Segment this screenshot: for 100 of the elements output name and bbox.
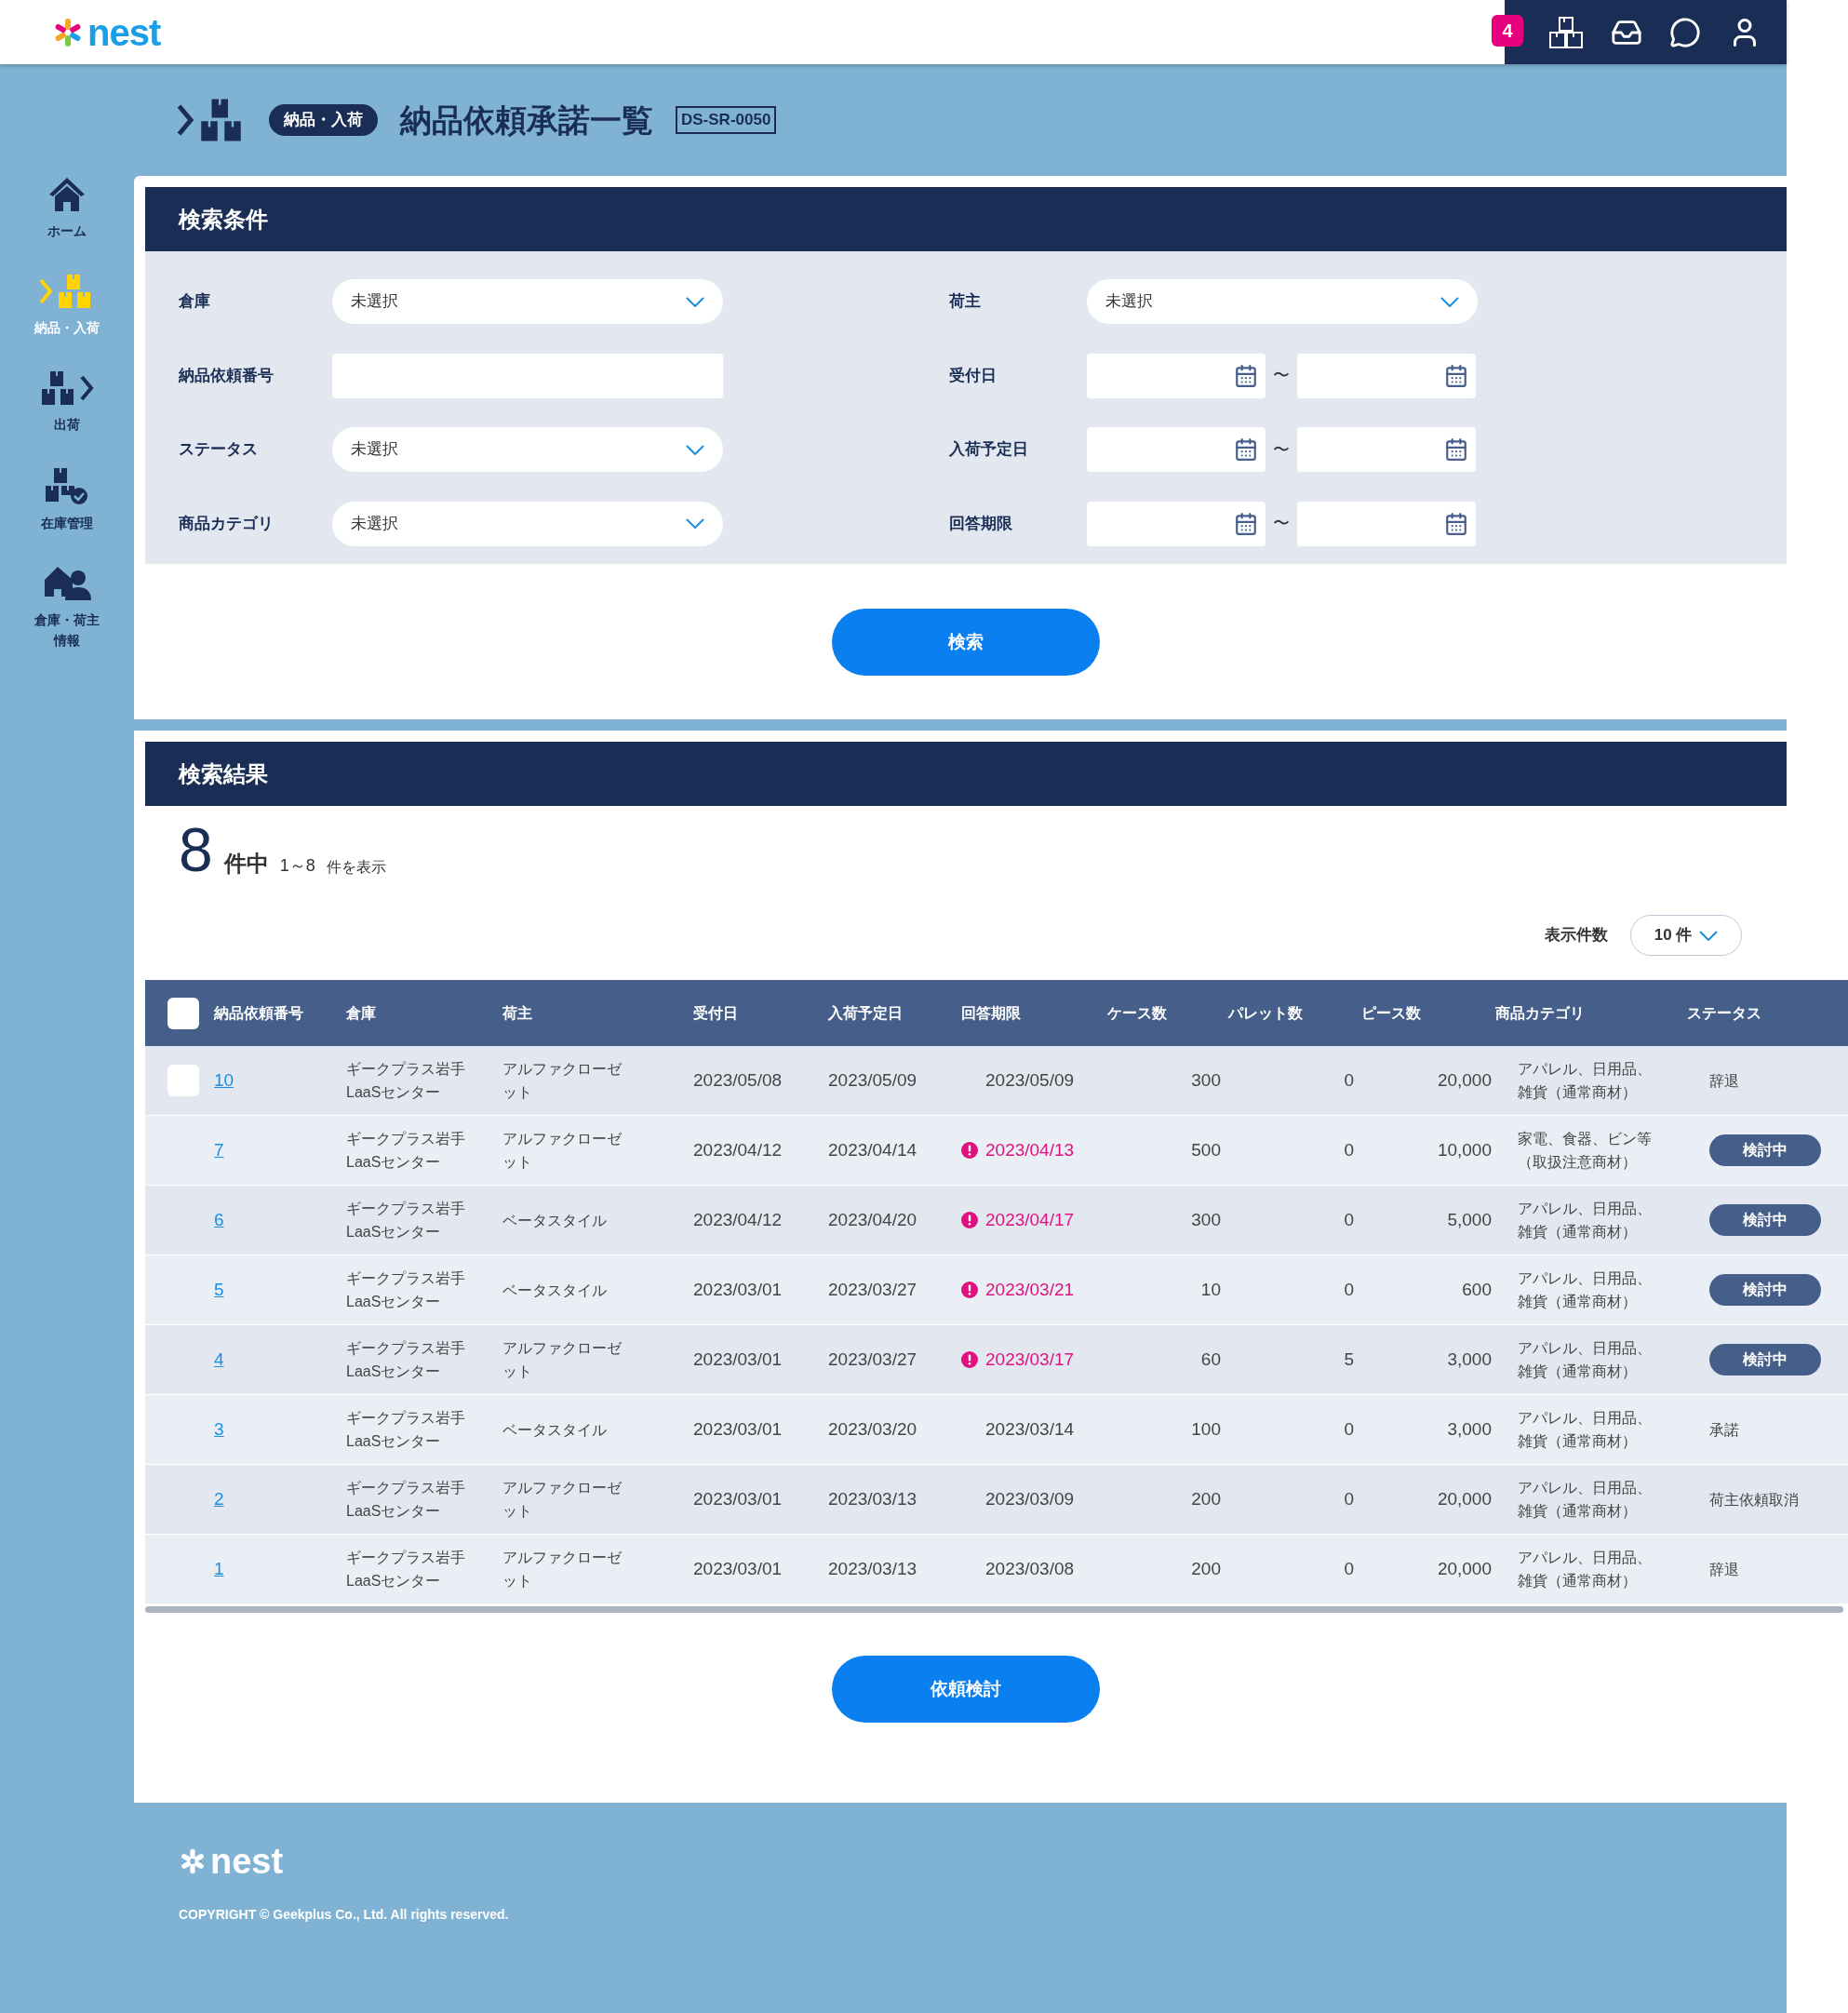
table-row[interactable]: 2 ギークプラス岩手LaaSセンター アルファクローゼット 2023/03/01 2023/03/13 2023/03/09 200 0 20,000 アパレル、日用品、雑貨（通常商材） 荷主依頼取消: [145, 1465, 1848, 1535]
calendar-icon: [1444, 437, 1468, 462]
chat-icon[interactable]: [1669, 16, 1702, 48]
count-suffix: 件を表示: [326, 858, 386, 877]
table-cell-text: 2023/05/09: [985, 1068, 1075, 1092]
boxes-icon[interactable]: [1547, 15, 1584, 49]
table-cell-text: 2023/03/20: [828, 1417, 918, 1441]
table-cell-text: 2023/05/09: [828, 1068, 918, 1092]
table-cell-text: 3,000: [1446, 1417, 1493, 1441]
field-label: 入荷予定日: [949, 439, 1029, 461]
house-person-icon: [43, 565, 91, 602]
column-header: 荷主: [502, 1003, 533, 1023]
logo-text: nest: [87, 13, 161, 51]
logo-text: nest: [210, 1844, 284, 1879]
search-button[interactable]: 検索: [832, 609, 1100, 676]
column-header: 商品カテゴリ: [1495, 1003, 1586, 1023]
table-cell-text: アルファクローゼット: [502, 1549, 623, 1590]
date-field[interactable]: [1087, 501, 1265, 546]
table-cell-text: 0: [1343, 1487, 1355, 1510]
table-row[interactable]: 4 ギークプラス岩手LaaSセンター アルファクローゼット 2023/03/01 2023/03/27 2023/03/17 60 5 3,000 アパレル、日用品、雑貨（通常商材） 検討中: [145, 1325, 1848, 1395]
input-field[interactable]: [332, 353, 723, 398]
chevron-down-icon: [686, 444, 704, 455]
panel-header: 検索条件: [145, 187, 1787, 251]
table-cell-text: 2023/04/20: [828, 1208, 918, 1231]
alert-icon: [961, 1142, 978, 1159]
table-cell-text: アパレル、日用品、雑貨（通常商材）: [1517, 1339, 1653, 1381]
select-field[interactable]: 未選択: [1087, 279, 1478, 324]
table-cell-text: アパレル、日用品、雑貨（通常商材）: [1517, 1409, 1653, 1451]
table-row[interactable]: 7 ギークプラス岩手LaaSセンター アルファクローゼット 2023/04/12 2023/04/14 2023/04/13 500 0 10,000 家電、食器、ビン等（取扱注意商材） 検討中: [145, 1116, 1848, 1186]
table-cell-text: 2023/03/08: [985, 1557, 1075, 1580]
home-icon: [47, 176, 87, 213]
request-number-link[interactable]: 1: [214, 1558, 224, 1578]
column-header: 倉庫: [346, 1003, 377, 1023]
table-cell-text: 2023/03/01: [693, 1557, 783, 1580]
field-label: ステータス: [179, 439, 259, 461]
logo-icon: [179, 1847, 207, 1875]
table-row[interactable]: 3 ギークプラス岩手LaaSセンター ベータスタイル 2023/03/01 2023/03/20 2023/03/14 100 0 3,000 アパレル、日用品、雑貨（通常商材） 承諾: [145, 1395, 1848, 1465]
sidebar-item[interactable]: 出荷: [30, 369, 104, 435]
table-cell-text: ギークプラス岩手LaaSセンター: [346, 1549, 466, 1590]
alert-icon: [961, 1351, 978, 1368]
request-number-link[interactable]: 5: [214, 1279, 224, 1299]
sidebar-item[interactable]: 在庫管理: [30, 466, 104, 533]
table-cell-text: 100: [1190, 1417, 1222, 1441]
field-label: 商品カテゴリ: [179, 513, 275, 534]
result-count: 8: [179, 819, 213, 880]
chevron-down-icon: [1440, 296, 1459, 307]
sidebar-item[interactable]: 倉庫・荷主情報: [30, 565, 104, 651]
table-row[interactable]: 5 ギークプラス岩手LaaSセンター ベータスタイル 2023/03/01 2023/03/27 2023/03/21 10 0 600 アパレル、日用品、雑貨（通常商材） 検討中: [145, 1255, 1848, 1325]
status-text: 辞退: [1709, 1072, 1739, 1089]
range-separator: 〜: [1273, 438, 1290, 461]
status-badge: 検討中: [1709, 1134, 1821, 1166]
date-field[interactable]: [1297, 501, 1476, 546]
column-header: 受付日: [693, 1003, 739, 1023]
column-header: ケース数: [1107, 1003, 1168, 1023]
table-cell-text: 600: [1461, 1278, 1493, 1301]
review-button[interactable]: 依頼検討: [832, 1656, 1100, 1723]
table-cell-text: 20,000: [1436, 1068, 1493, 1092]
table-cell-text: 300: [1190, 1068, 1222, 1092]
calendar-icon: [1234, 511, 1258, 536]
date-field[interactable]: [1297, 427, 1476, 472]
table-cell-text: ギークプラス岩手LaaSセンター: [346, 1479, 466, 1521]
chevron-down-icon: [686, 518, 704, 529]
field-label: 倉庫: [179, 291, 211, 313]
table-cell-text: 0: [1343, 1208, 1355, 1231]
table-row[interactable]: 6 ギークプラス岩手LaaSセンター ベータスタイル 2023/04/12 2023/04/20 2023/04/17 300 0 5,000 アパレル、日用品、雑貨（通常商材） 検討中: [145, 1186, 1848, 1255]
table-cell-text: アルファクローゼット: [502, 1479, 623, 1521]
range-separator: 〜: [1273, 513, 1290, 534]
table-cell-text: ベータスタイル: [502, 1281, 608, 1300]
table-row[interactable]: 10 ギークプラス岩手LaaSセンター アルファクローゼット 2023/05/08 2023/05/09 2023/05/09 300 0 20,000 アパレル、日用品、雑貨（通常商材） 辞退: [145, 1046, 1848, 1116]
table-cell-text: 200: [1190, 1487, 1222, 1510]
calendar-icon: [1234, 363, 1258, 388]
column-header: 回答期限: [961, 1003, 1022, 1023]
table-cell-text: 2023/03/01: [693, 1487, 783, 1510]
table-cell-text: アパレル、日用品、雑貨（通常商材）: [1517, 1060, 1653, 1102]
select-field[interactable]: 未選択: [332, 427, 723, 472]
table-cell-text: 2023/04/12: [693, 1138, 783, 1161]
table-cell-text: アルファクローゼット: [502, 1339, 623, 1381]
date-field[interactable]: [1297, 353, 1476, 398]
select-field[interactable]: 未選択: [332, 279, 723, 324]
chevron-down-icon: [1699, 930, 1719, 941]
request-number-link[interactable]: 7: [214, 1139, 224, 1160]
table-cell-text: 300: [1190, 1208, 1222, 1231]
table-cell-text: アルファクローゼット: [502, 1060, 623, 1102]
category-badge: 納品・入荷: [269, 104, 378, 136]
table-cell-text: 2023/03/01: [693, 1278, 783, 1301]
select-field[interactable]: 未選択: [332, 501, 723, 546]
sidebar-item[interactable]: ホーム: [30, 176, 104, 241]
alert-icon: [961, 1282, 978, 1298]
date-field[interactable]: [1087, 427, 1265, 472]
checkbox[interactable]: [167, 997, 199, 1029]
table-row[interactable]: 1 ギークプラス岩手LaaSセンター アルファクローゼット 2023/03/01 2023/03/13 2023/03/08 200 0 20,000 アパレル、日用品、雑貨（通常商材） 辞退: [145, 1535, 1848, 1604]
table-cell-text: 2023/04/17: [985, 1208, 1075, 1231]
table-cell-text: ギークプラス岩手LaaSセンター: [346, 1200, 466, 1241]
page-title: 納品依頼承諾一覧: [400, 101, 653, 140]
table-cell-text: 2023/03/09: [985, 1487, 1075, 1510]
status-text: 承諾: [1709, 1421, 1739, 1438]
copyright: COPYRIGHT © Geekplus Co., Ltd. All rights reserved.: [179, 1906, 510, 1924]
date-field[interactable]: [1087, 353, 1265, 398]
checkbox[interactable]: [167, 1065, 199, 1096]
request-number-link[interactable]: 3: [214, 1418, 224, 1439]
